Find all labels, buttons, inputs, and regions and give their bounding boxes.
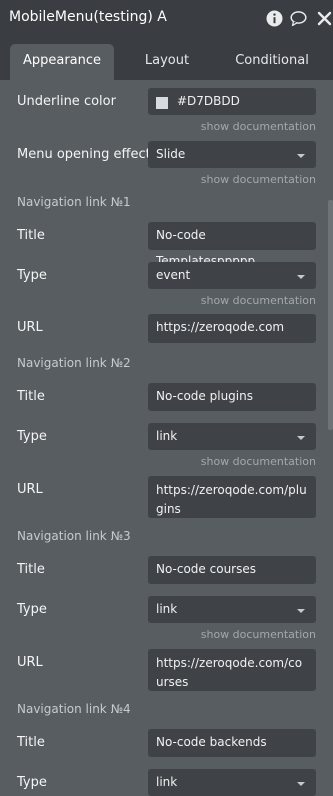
- nav-link-4-type-label: Type: [17, 775, 47, 790]
- nav-link-1-title-input[interactable]: No-code Templatesppppp: [148, 222, 316, 268]
- menu-opening-effect-value: Slide: [156, 147, 186, 161]
- nav-link-2-title-input[interactable]: No-code plugins: [148, 383, 316, 411]
- nav-link-4-type-value: link: [156, 775, 178, 789]
- show-documentation-link[interactable]: show documentation: [201, 628, 316, 641]
- nav-link-3-url-label: URL: [17, 655, 43, 670]
- info-icon[interactable]: [266, 10, 283, 27]
- nav-link-1-type-value: event: [156, 268, 191, 282]
- nav-link-3-title-label: Title: [17, 562, 45, 577]
- tab-layout[interactable]: Layout: [117, 44, 217, 80]
- panel-scrollbar[interactable]: [328, 200, 333, 430]
- properties-panel: Underline color #D7DBDD show documentati…: [0, 80, 333, 796]
- nav-link-4-title-label: Title: [17, 735, 45, 750]
- window-title: MobileMenu(testing) A: [9, 9, 167, 25]
- nav-link-1-url-input[interactable]: https://zeroqode.com: [148, 314, 316, 343]
- nav-link-2-url-label: URL: [17, 482, 43, 497]
- nav-link-2-title-label: Title: [17, 389, 45, 404]
- menu-opening-effect-dropdown[interactable]: Slide: [148, 141, 316, 168]
- nav-link-2-type-dropdown[interactable]: link: [148, 423, 316, 450]
- underline-color-label: Underline color: [17, 94, 116, 109]
- nav-link-1-type-label: Type: [17, 268, 47, 283]
- nav-link-2-type-label: Type: [17, 429, 47, 444]
- nav-link-3-type-label: Type: [17, 602, 47, 617]
- nav-link-1-title-label: Title: [17, 228, 45, 243]
- comment-icon[interactable]: [290, 10, 307, 27]
- menu-opening-effect-label: Menu opening effect: [17, 147, 151, 162]
- nav-link-4-heading: Navigation link №4: [17, 702, 131, 716]
- nav-link-3-url-input[interactable]: https://zeroqode.com/courses: [148, 649, 316, 691]
- nav-link-3-type-value: link: [156, 602, 178, 616]
- show-documentation-link[interactable]: show documentation: [201, 173, 316, 186]
- close-icon[interactable]: [316, 10, 333, 27]
- chevron-down-icon: [297, 275, 305, 279]
- chevron-down-icon: [297, 782, 305, 786]
- tab-appearance[interactable]: Appearance: [10, 44, 114, 80]
- nav-link-2-heading: Navigation link №2: [17, 356, 131, 370]
- chevron-down-icon: [297, 609, 305, 613]
- window-titlebar: MobileMenu(testing) A: [0, 0, 333, 38]
- nav-link-1-heading: Navigation link №1: [17, 195, 131, 209]
- underline-color-field[interactable]: #D7DBDD: [148, 88, 316, 115]
- nav-link-2-type-value: link: [156, 429, 178, 443]
- tab-bar: Appearance Layout Conditional: [0, 38, 333, 80]
- chevron-down-icon: [297, 436, 305, 440]
- nav-link-4-type-dropdown[interactable]: link: [148, 769, 316, 796]
- chevron-down-icon: [297, 154, 305, 158]
- nav-link-3-title-input[interactable]: No-code courses: [148, 556, 316, 584]
- nav-link-3-heading: Navigation link №3: [17, 529, 131, 543]
- nav-link-1-url-label: URL: [17, 320, 43, 335]
- nav-link-3-type-dropdown[interactable]: link: [148, 596, 316, 623]
- show-documentation-link[interactable]: show documentation: [201, 120, 316, 133]
- show-documentation-link[interactable]: show documentation: [201, 455, 316, 468]
- show-documentation-link[interactable]: show documentation: [201, 294, 316, 307]
- nav-link-2-url-input[interactable]: https://zeroqode.com/plugins: [148, 476, 316, 518]
- nav-link-1-type-dropdown[interactable]: event: [148, 262, 316, 289]
- color-swatch: [156, 97, 168, 109]
- tab-conditional[interactable]: Conditional: [222, 44, 322, 80]
- underline-color-value: #D7DBDD: [177, 94, 240, 108]
- nav-link-4-title-input[interactable]: No-code backends: [148, 729, 316, 757]
